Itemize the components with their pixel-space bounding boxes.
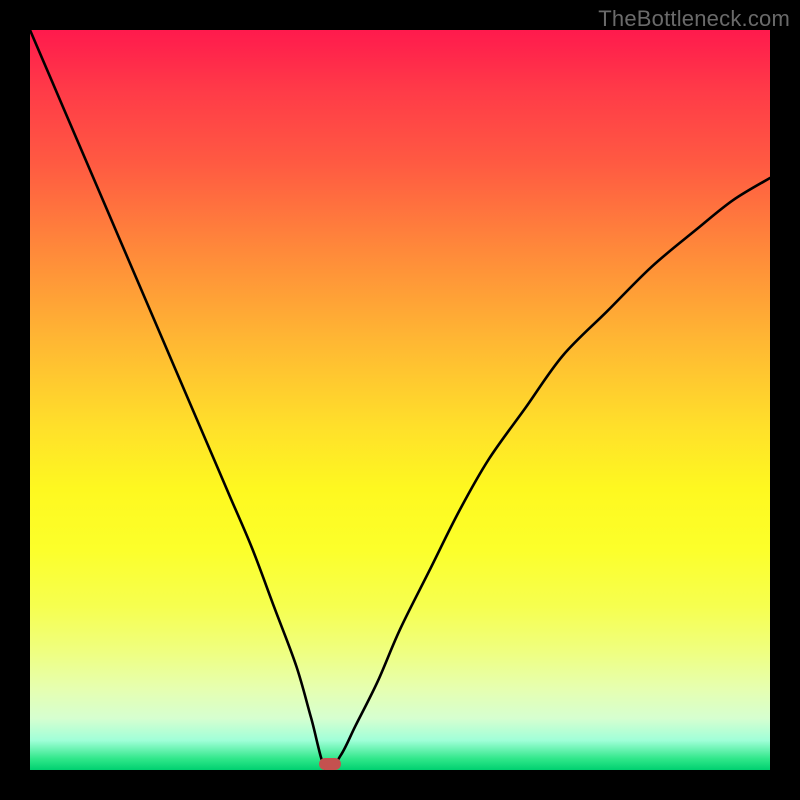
optimal-point-marker bbox=[319, 758, 341, 770]
plot-area bbox=[30, 30, 770, 770]
chart-frame: TheBottleneck.com bbox=[0, 0, 800, 800]
bottleneck-curve bbox=[30, 30, 770, 770]
watermark-label: TheBottleneck.com bbox=[598, 6, 790, 32]
